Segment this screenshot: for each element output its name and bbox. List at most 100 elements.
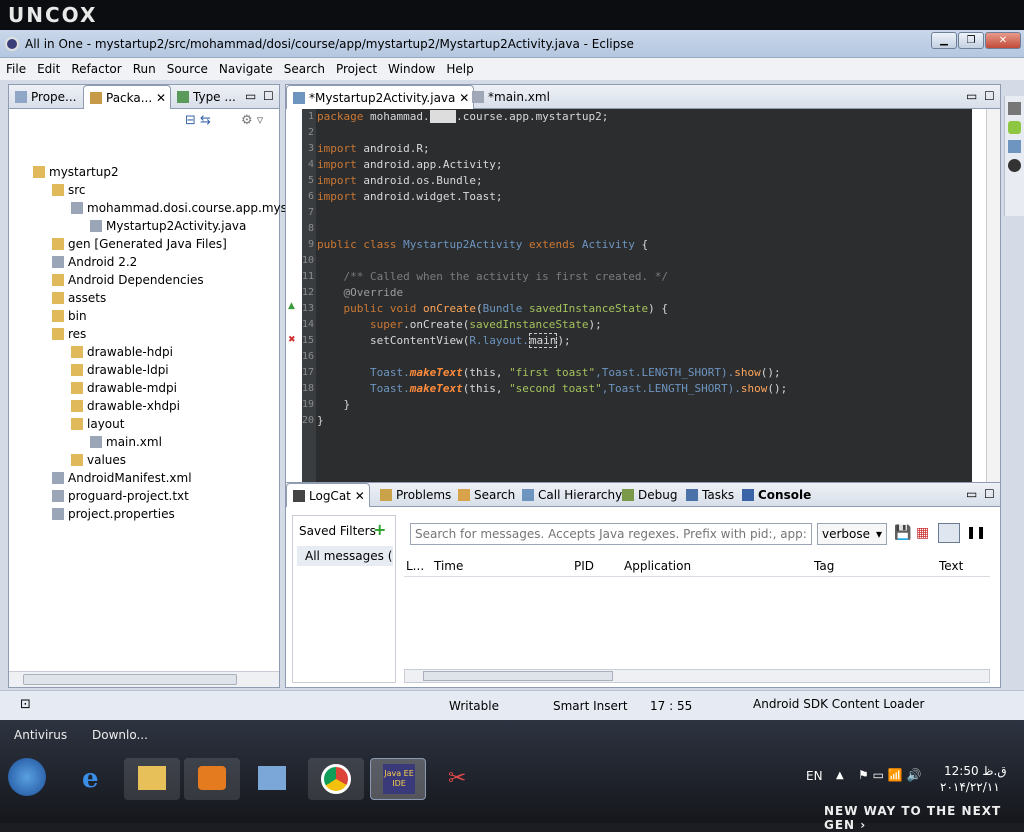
menu-search[interactable]: Search	[278, 58, 330, 76]
menu-help[interactable]: Help	[440, 58, 478, 76]
code-area[interactable]: 1 2 3 4 5 6 7 8 9 10 11 12 13 14 15 16 17 18 19 20 package …	[286, 109, 1000, 505]
tab-main-xml[interactable]: *main.xml	[466, 85, 554, 109]
tree-item[interactable]: main.xml	[90, 435, 162, 453]
maximize-editor-icon[interactable]: ☐	[984, 89, 995, 103]
android-icon[interactable]	[1008, 121, 1021, 134]
eclipse-window: All in One - mystartup2/src/mohammad/dos…	[0, 30, 1024, 720]
maximize-view-icon[interactable]: ☐	[263, 89, 274, 103]
tree-node-icon	[71, 382, 83, 394]
ddms-icon[interactable]	[1008, 159, 1021, 172]
tree-item[interactable]: Android 2.2	[52, 255, 137, 273]
close-button[interactable]: ✕	[985, 32, 1021, 49]
tree-item[interactable]: AndroidManifest.xml	[52, 471, 192, 489]
language-indicator[interactable]: EN	[806, 769, 823, 783]
code-editor[interactable]: 1 2 3 4 5 6 7 8 9 10 11 12 13 14 15 16 17 18 19 20 package …	[302, 109, 972, 483]
menu-edit[interactable]: Edit	[31, 58, 65, 76]
tab-type-hierarchy[interactable]: Type ...	[171, 85, 240, 109]
start-button[interactable]	[8, 758, 46, 796]
tree-node-icon	[52, 292, 64, 304]
logcat-scrollbar[interactable]	[404, 669, 990, 683]
maximize-button[interactable]: ❐	[958, 32, 984, 49]
all-messages-filter[interactable]: All messages (no	[297, 546, 393, 566]
tree-item[interactable]: src	[52, 183, 86, 201]
clear-log-icon[interactable]: ▦	[916, 525, 929, 541]
network-taskbar-icon[interactable]	[244, 758, 300, 800]
tab-debug[interactable]: Debug	[616, 483, 681, 507]
tree-item[interactable]: gen [Generated Java Files]	[52, 237, 227, 255]
horizontal-scrollbar[interactable]	[9, 671, 279, 687]
tree-item[interactable]: project.properties	[52, 507, 175, 525]
maximize-bottom-icon[interactable]: ☐	[984, 487, 995, 501]
tree-item[interactable]: assets	[52, 291, 106, 309]
override-marker-icon[interactable]: ▲	[288, 301, 295, 311]
fast-view-icon[interactable]: ⊡	[20, 697, 31, 712]
menu-project[interactable]: Project	[330, 58, 382, 76]
tree-item[interactable]: drawable-xhdpi	[71, 399, 180, 417]
overview-ruler[interactable]	[986, 109, 1000, 483]
saved-filters-pane: Saved Filters + All messages (no	[292, 515, 396, 683]
logcat-column-header[interactable]: Tag	[814, 559, 834, 573]
logcat-column-header[interactable]: L...	[406, 559, 424, 573]
clock-time[interactable]: 12:50 ق.ظ	[944, 764, 1007, 778]
minimize-editor-icon[interactable]: ▭	[966, 89, 977, 103]
logcat-search-input[interactable]	[410, 523, 812, 545]
tree-item[interactable]: drawable-ldpi	[71, 363, 169, 381]
minimize-bottom-icon[interactable]: ▭	[966, 487, 977, 501]
tab-package-explorer[interactable]: Packa... ✕	[83, 85, 172, 109]
add-filter-icon[interactable]: +	[373, 520, 386, 539]
tree-item[interactable]: Android Dependencies	[52, 273, 204, 291]
tree-item[interactable]: drawable-hdpi	[71, 345, 173, 363]
tree-item[interactable]: mohammad.dosi.course.app.mysta	[71, 201, 299, 219]
clock-date[interactable]: ۲۰۱۴/۲۲/۱۱	[940, 780, 1000, 794]
hierarchy-viewer-icon[interactable]	[1008, 140, 1021, 153]
phone-icon[interactable]	[1008, 102, 1021, 115]
minimize-button[interactable]: ▁	[931, 32, 957, 49]
tree-item[interactable]: proguard-project.txt	[52, 489, 189, 507]
minimize-view-icon[interactable]: ▭	[245, 89, 256, 103]
explorer-taskbar-icon[interactable]	[124, 758, 180, 800]
snipping-tool-taskbar-icon[interactable]: ✂	[434, 758, 490, 800]
media-player-taskbar-icon[interactable]	[184, 758, 240, 800]
tree-item[interactable]: values	[71, 453, 126, 471]
menu-run[interactable]: Run	[127, 58, 161, 76]
menu-source[interactable]: Source	[161, 58, 213, 76]
tab-tasks[interactable]: Tasks	[680, 483, 738, 507]
view-menu-icon[interactable]: ⚙ ▿	[241, 113, 263, 128]
tab-call-hierarchy[interactable]: Call Hierarchy	[516, 483, 626, 507]
tab-properties[interactable]: Prope...	[9, 85, 80, 109]
collapse-all-icon[interactable]: ⊟ ⇆	[185, 113, 211, 128]
tab-search[interactable]: Search	[452, 483, 519, 507]
tab-mystartup2activity-java[interactable]: *Mystartup2Activity.java ✕	[286, 85, 475, 109]
logcat-column-header[interactable]: Text	[939, 559, 963, 573]
ie-taskbar-icon[interactable]: e	[68, 758, 124, 800]
menu-window[interactable]: Window	[382, 58, 440, 76]
tab-problems[interactable]: Problems	[374, 483, 455, 507]
tree-item[interactable]: mystartup2	[33, 165, 119, 183]
logcat-column-header[interactable]: Application	[624, 559, 691, 573]
chrome-taskbar-icon[interactable]	[308, 758, 364, 800]
tab-console[interactable]: Console	[736, 483, 815, 507]
tray-status-icons[interactable]: ⚑ ▭ 📶 🔊	[858, 768, 921, 782]
problems-icon	[380, 489, 392, 501]
error-marker-icon[interactable]: ✖	[288, 335, 296, 345]
pause-icon[interactable]: ❚❚	[966, 525, 986, 539]
menu-navigate[interactable]: Navigate	[213, 58, 278, 76]
logcat-column-header[interactable]: PID	[574, 559, 594, 573]
tree-item[interactable]: drawable-mdpi	[71, 381, 177, 399]
save-log-icon[interactable]: 💾	[894, 525, 911, 541]
logcat-column-header[interactable]: Time	[434, 559, 463, 573]
tab-logcat[interactable]: LogCat ✕	[286, 483, 370, 507]
tree-item[interactable]: layout	[71, 417, 124, 435]
tree-item[interactable]: bin	[52, 309, 87, 327]
scroll-lock-toggle[interactable]	[938, 523, 960, 543]
tray-expand-icon[interactable]: ▲	[836, 770, 844, 781]
tree-item[interactable]: res	[52, 327, 86, 345]
desktop-icon-antivirus[interactable]: Antivirus	[14, 728, 67, 742]
menu-file[interactable]: File	[0, 58, 31, 76]
desktop-icon-downloads[interactable]: Downlo...	[92, 728, 148, 742]
eclipse-taskbar-icon[interactable]: Java EE IDE	[370, 758, 426, 800]
menu-refactor[interactable]: Refactor	[65, 58, 126, 76]
tree-item[interactable]: Mystartup2Activity.java	[90, 219, 246, 237]
line-number: 2	[307, 127, 314, 138]
log-level-select[interactable]: verbose ▾	[817, 523, 887, 545]
